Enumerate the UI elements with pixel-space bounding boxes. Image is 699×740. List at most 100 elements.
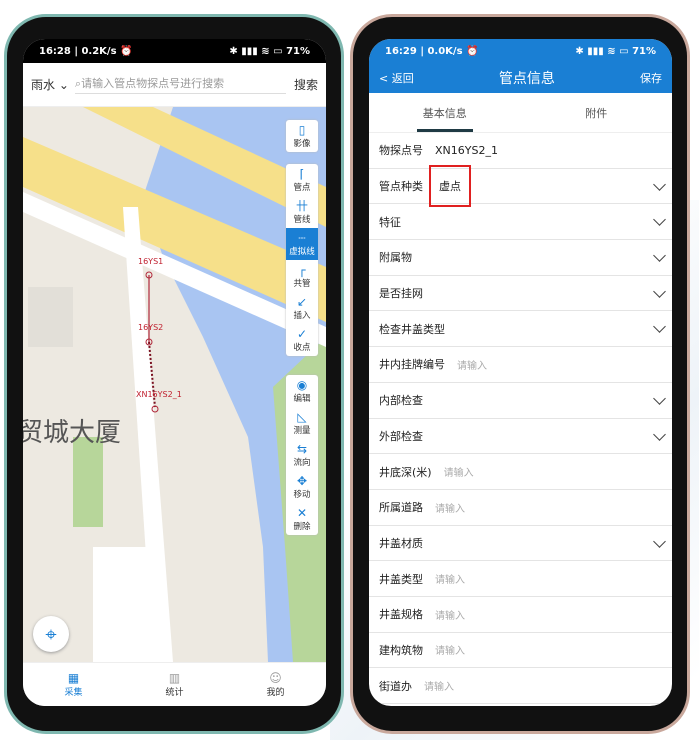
tool-insert[interactable]: ↙ 插入 [286, 292, 318, 324]
back-button[interactable]: < 返回 [379, 70, 414, 86]
tool-flow[interactable]: ⇆ 流向 [286, 439, 318, 471]
form-field[interactable]: 特征 [369, 204, 672, 241]
form-field[interactable]: 物探点号 XN16YS2_1 [369, 133, 672, 169]
map-view[interactable]: 16YS1 16YS2 XN16YS2_1 贸城大厦 ▯ 影像 ⌈ 管点 卄管线 ┄… [23, 107, 326, 662]
tool-imagery[interactable]: ▯ 影像 [286, 120, 318, 152]
form-field[interactable]: 外部检查 [369, 419, 672, 455]
field-input[interactable]: 请输入 [435, 571, 465, 586]
field-label: 内部检查 [379, 394, 423, 408]
status-bar: 16:28 | 0.2K/s ⏰ ✱ ▮▮▮ ≋ ▭ 71% [23, 39, 326, 63]
form-field[interactable]: 所属道路 请输入 [369, 490, 672, 526]
field-input[interactable]: 请输入 [435, 607, 465, 622]
chevron-down-icon[interactable] [653, 391, 666, 405]
search-input[interactable]: ⌕请输入管点物探点号进行搜索 [74, 75, 286, 94]
user-icon: ☺ [269, 671, 282, 685]
search-button[interactable]: 搜索 [294, 76, 318, 93]
tool-move[interactable]: ✥ 移动 [286, 471, 318, 503]
form-field[interactable]: 附属物 [369, 240, 672, 276]
map-point-label[interactable]: 16YS1 [138, 257, 163, 266]
form-field[interactable]: 检查井盖类型 [369, 311, 672, 348]
tool-label: 编辑 [293, 393, 311, 404]
insert-icon: ↙ [296, 294, 308, 309]
tool-measure[interactable]: ◺ 测量 [286, 407, 318, 439]
locate-button[interactable]: ⌖ [33, 616, 69, 652]
tabs: 基本信息 附件 [369, 93, 672, 133]
form-screen: 16:29 | 0.0K/s ⏰ ✱ ▮▮▮ ≋ ▭ 71% < 返回 管点信息… [369, 39, 672, 706]
nav-profile[interactable]: ☺ 我的 [225, 663, 326, 706]
form-field[interactable]: 井内挂牌编号 请输入 [369, 347, 672, 383]
map-point-label[interactable]: XN16YS2_1 [136, 390, 182, 399]
field-input[interactable]: 请输入 [444, 464, 474, 479]
category-select[interactable]: 雨水 ⌄ [31, 76, 69, 93]
form-field[interactable]: 街道办 请输入 [369, 668, 672, 704]
field-label: 特征 [379, 215, 401, 229]
building-label: 贸城大厦 [23, 418, 122, 448]
tool-label: 收点 [293, 342, 311, 353]
toolbar-layer: ▯ 影像 [286, 120, 318, 152]
form-field[interactable]: 是否挂网 [369, 276, 672, 312]
chevron-down-icon[interactable] [653, 320, 666, 334]
form: 物探点号 XN16YS2_1 管点种类 虚点特征附属物是否挂网检查井盖类型 井内挂牌编号… [369, 133, 672, 704]
ruler-icon: ◺ [297, 409, 307, 424]
tool-pipe-line[interactable]: 卄管线 [286, 196, 318, 228]
tool-label: 删除 [293, 521, 311, 532]
nav-stats[interactable]: ▥ 统计 [124, 663, 225, 706]
chevron-down-icon[interactable] [653, 284, 666, 298]
tool-delete[interactable]: ✕ 删除 [286, 503, 318, 535]
form-field[interactable]: 井盖材质 [369, 526, 672, 562]
search-bar: 雨水 ⌄ ⌕请输入管点物探点号进行搜索 搜索 [23, 63, 326, 107]
eye-icon: ◉ [296, 377, 308, 392]
field-input[interactable]: 请输入 [424, 678, 454, 693]
toolbar-edit: ◉ 编辑 ◺ 测量 ⇆ 流向 ✥ 移动 ✕ 删除 [286, 375, 318, 535]
save-button[interactable]: 保存 [640, 70, 662, 86]
form-field[interactable]: 建构筑物 请输入 [369, 633, 672, 669]
form-field[interactable]: 井底深(米) 请输入 [369, 454, 672, 490]
field-label: 外部检查 [379, 429, 423, 443]
flow-icon: ⇆ [296, 441, 308, 456]
field-value[interactable]: XN16YS2_1 [435, 144, 498, 157]
tool-close-point[interactable]: ✓ 收点 [286, 324, 318, 356]
field-label: 井盖规格 [379, 608, 423, 622]
field-value-highlighted[interactable]: 虚点 [429, 165, 471, 208]
virtual-line-icon: ┄ [298, 230, 306, 245]
form-field[interactable]: 井盖类型 请输入 [369, 561, 672, 597]
chart-icon: ▥ [168, 671, 181, 685]
field-input[interactable]: 请输入 [435, 642, 465, 657]
crosshair-icon: ⌖ [45, 622, 57, 646]
map-point-label[interactable]: 16YS2 [138, 323, 163, 332]
bottom-nav: ▦ 采集 ▥ 统计 ☺ 我的 [23, 662, 326, 706]
move-icon: ✥ [296, 473, 308, 488]
chevron-down-icon[interactable] [653, 534, 666, 548]
chevron-down-icon[interactable] [653, 249, 666, 262]
field-label: 管点种类 [379, 180, 423, 194]
form-field[interactable]: 管点种类 虚点 [369, 165, 672, 208]
tool-label: 管线 [293, 214, 311, 225]
tool-edit[interactable]: ◉ 编辑 [286, 375, 318, 407]
nav-collect[interactable]: ▦ 采集 [23, 663, 124, 706]
field-label: 是否挂网 [379, 287, 423, 301]
field-label: 物探点号 [379, 144, 423, 158]
form-field[interactable]: 井盖规格 请输入 [369, 597, 672, 633]
tab-basic-info[interactable]: 基本信息 [369, 93, 521, 132]
field-input[interactable]: 请输入 [435, 500, 465, 515]
field-label: 井盖材质 [379, 536, 423, 550]
field-label: 井底深(米) [379, 465, 432, 479]
map-canvas [23, 107, 326, 662]
field-label: 附属物 [379, 251, 412, 265]
pipe-point-icon: ⌈ [299, 166, 305, 181]
chevron-down-icon[interactable] [653, 213, 666, 227]
status-time: 16:28 | 0.2K/s ⏰ [39, 45, 133, 57]
field-input[interactable]: 请输入 [457, 357, 487, 372]
tool-label: 虚拟线 [289, 246, 315, 257]
tool-label: 测量 [293, 425, 311, 436]
status-icons: ✱ ▮▮▮ ≋ ▭ 71% [229, 45, 310, 57]
tool-virtual-line[interactable]: ┄ 虚拟线 [286, 228, 318, 260]
form-field[interactable]: 内部检查 [369, 383, 672, 419]
search-placeholder: 请输入管点物探点号进行搜索 [81, 77, 225, 90]
chevron-down-icon[interactable] [653, 177, 666, 191]
tool-label: 插入 [293, 310, 311, 321]
tool-shared-pipe[interactable]: ┌ 共管 [286, 260, 318, 292]
tab-attachments[interactable]: 附件 [521, 93, 673, 132]
chevron-down-icon[interactable] [653, 427, 666, 441]
tool-pipe-point[interactable]: ⌈ 管点 [286, 164, 318, 196]
